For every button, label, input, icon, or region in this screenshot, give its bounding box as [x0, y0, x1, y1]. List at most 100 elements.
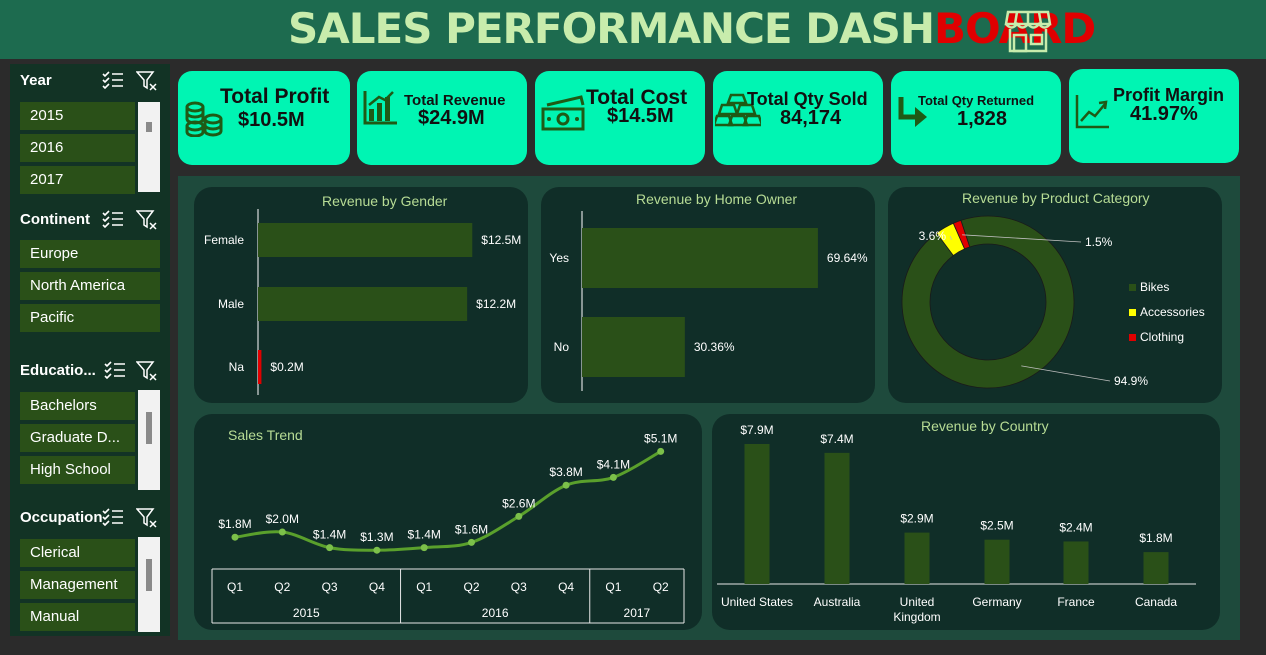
bar	[1143, 552, 1169, 584]
bar	[582, 317, 685, 377]
slicer-item[interactable]: Clerical	[20, 539, 135, 567]
slicer-item[interactable]: Management	[20, 571, 135, 599]
data-label: 1.5%	[1085, 235, 1113, 249]
data-label: $1.4M	[313, 528, 346, 542]
data-label: $2.9M	[900, 512, 933, 526]
shop-icon	[1004, 10, 1052, 53]
panel-revenue-by-home-owner: Revenue by Home Owner Yes 69.64% No 30.36%	[541, 187, 875, 403]
multi-select-icon[interactable]	[102, 507, 124, 527]
panel-revenue-by-product-category: Revenue by Product Category 94.9% 3.6% 1.5…	[888, 187, 1222, 403]
slicer-item[interactable]: Europe	[20, 240, 160, 268]
kpi-card-total-profit: Total Profit $10.5M	[178, 71, 350, 165]
slicer-item[interactable]: 2015	[20, 102, 135, 130]
dashboard-title: SALES PERFORMANCE DASHBOARD	[288, 2, 1096, 56]
slicer-title: Educatio...	[20, 362, 96, 379]
bar	[1063, 541, 1089, 584]
data-label: $12.5M	[481, 233, 521, 247]
kpi-value: 41.97%	[1130, 103, 1198, 125]
group-label: 2015	[293, 606, 320, 620]
data-point	[562, 481, 570, 489]
legend-label: Clothing	[1140, 330, 1184, 344]
bar	[258, 350, 262, 384]
data-point	[278, 528, 286, 536]
slicer-header: Educatio...	[10, 358, 170, 384]
kpi-card-total-qty-sold: Total Qty Sold 84,174	[713, 71, 883, 165]
kpi-value: 1,828	[957, 108, 1008, 130]
slicer-title: Year	[20, 72, 52, 89]
data-label: $12.2M	[476, 297, 516, 311]
data-label: $3.8M	[549, 465, 582, 479]
clear-filter-icon[interactable]	[136, 360, 158, 382]
tick-label: Q2	[274, 580, 290, 594]
category-label: Kingdom	[893, 610, 940, 624]
slicer-item[interactable]: 2017	[20, 166, 135, 194]
slicer-header: Continent	[10, 207, 170, 233]
data-label: 94.9%	[1114, 374, 1148, 388]
data-label: $2.4M	[1059, 520, 1092, 534]
trend-up-icon	[1075, 95, 1109, 129]
cash-icon	[541, 95, 585, 131]
legend-swatch	[1129, 309, 1136, 316]
bar	[258, 223, 473, 257]
slicer-item[interactable]: Pacific	[20, 304, 160, 332]
bar	[744, 444, 770, 584]
kpi-card-profit-margin: Profit Margin 41.97%	[1069, 69, 1239, 163]
home-owner-bar-chart: Yes 69.64% No 30.36%	[549, 211, 868, 391]
panel-revenue-by-gender: Revenue by Gender Female $12.5M Male $12.2M…	[194, 187, 528, 403]
tick-label: Q1	[605, 580, 621, 594]
bar-chart-icon	[363, 91, 397, 125]
data-label: $1.8M	[1139, 531, 1172, 545]
multi-select-icon[interactable]	[102, 70, 124, 90]
category-label: Male	[218, 297, 244, 311]
category-label: France	[1057, 595, 1095, 609]
bar	[258, 287, 468, 321]
data-label: $1.4M	[408, 528, 441, 542]
tick-label: Q4	[369, 580, 385, 594]
slicer-title: Continent	[20, 211, 90, 228]
category-label: United	[900, 595, 935, 609]
slicer-item[interactable]: Graduate D...	[20, 424, 135, 452]
title-part-1: SALES PERFORMANCE DASH	[288, 4, 935, 53]
scroll-thumb[interactable]	[146, 559, 152, 591]
category-label: United States	[721, 595, 793, 609]
panel-sales-trend: Sales Trend $1.8M $2.0M $1.4M $1.3M $1.4M $1.…	[194, 414, 702, 630]
clear-filter-icon[interactable]	[136, 70, 158, 92]
category-label: No	[554, 340, 570, 354]
product-category-donut-chart: 94.9% 3.6% 1.5% Bikes Accessories Clothing	[901, 215, 1205, 389]
kpi-label: Total Profit	[220, 85, 330, 108]
slicer-scrollbar[interactable]	[138, 390, 160, 490]
slicer-scrollbar[interactable]	[138, 537, 160, 632]
bar	[582, 228, 818, 288]
clear-filter-icon[interactable]	[136, 209, 158, 231]
multi-select-icon[interactable]	[102, 209, 124, 229]
scroll-thumb[interactable]	[146, 122, 152, 132]
slicer-item[interactable]: North America	[20, 272, 160, 300]
group-label: 2016	[482, 606, 509, 620]
slicer-education: Educatio... Bachelors Graduate D... High…	[10, 358, 170, 492]
slicer-item[interactable]: Manual	[20, 603, 135, 631]
legend-label: Bikes	[1140, 280, 1169, 294]
tick-label: Q3	[322, 580, 338, 594]
slicer-header: Occupation	[10, 505, 170, 531]
slicer-item[interactable]: High School	[20, 456, 135, 484]
data-label: 30.36%	[694, 340, 735, 354]
tick-label: Q4	[558, 580, 574, 594]
multi-select-icon[interactable]	[104, 360, 126, 380]
bar	[984, 539, 1010, 584]
data-point	[231, 533, 239, 541]
data-label: $1.8M	[218, 517, 251, 531]
sales-trend-line-chart: $1.8M $2.0M $1.4M $1.3M $1.4M $1.6M $2.6M $3.8M…	[211, 431, 685, 624]
bar	[904, 532, 930, 584]
dashboard-header: SALES PERFORMANCE DASHBOARD	[0, 0, 1266, 59]
scroll-thumb[interactable]	[146, 412, 152, 444]
slicer-title: Occupation	[20, 509, 103, 526]
clear-filter-icon[interactable]	[136, 507, 158, 529]
slicer-item[interactable]: Bachelors	[20, 392, 135, 420]
slicer-item[interactable]: 2016	[20, 134, 135, 162]
kpi-label: Total Qty Returned	[918, 93, 1035, 108]
slicer-continent: Continent Europe North America Pacific	[10, 207, 170, 337]
category-label: Australia	[814, 595, 861, 609]
slicer-scrollbar[interactable]	[138, 102, 160, 192]
data-label: $7.9M	[740, 423, 773, 437]
tick-label: Q2	[653, 580, 669, 594]
